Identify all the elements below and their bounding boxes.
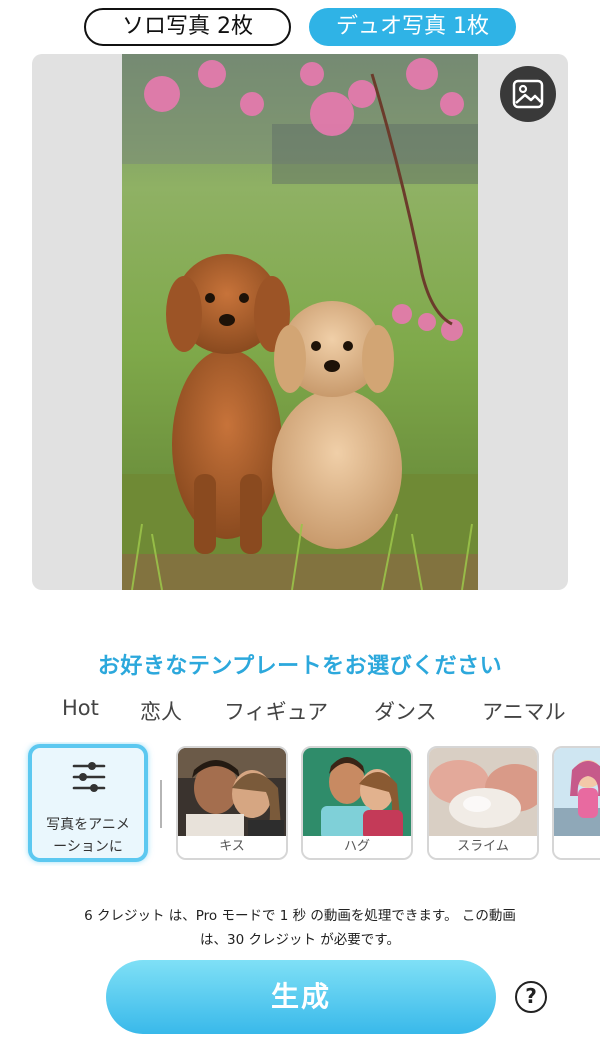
template-label: ハグ [303,836,411,858]
mode-toggle: ソロ写真 2枚 デュオ写真 1枚 [84,8,516,46]
image-gallery-button[interactable] [500,66,556,122]
duo-photo-button[interactable]: デュオ写真 1枚 [309,8,516,46]
kiss-thumbnail [178,748,286,840]
slime-thumbnail [429,748,537,840]
uploaded-photo [122,54,478,590]
animate-photo-card[interactable]: 写真をアニメ ーションに [28,744,148,862]
sliders-icon [72,762,106,792]
credit-notice: 6 クレジット は、Pro モードで 1 秒 の動画を処理できます。 この動画 … [84,908,516,948]
template-card-kiss[interactable]: キス [176,746,288,860]
help-button[interactable]: ? [515,981,547,1013]
image-gallery-icon [512,79,544,109]
template-card-figure[interactable]: ク [552,746,600,860]
animate-photo-label: 写真をアニメ ーションに [46,817,130,855]
template-label: ク [554,836,600,858]
category-tabs: Hot 恋人 フィギュア ダンス アニマル [0,696,600,726]
solo-photo-button[interactable]: ソロ写真 2枚 [84,8,291,46]
template-heading: お好きなテンプレートをお選びください [97,654,503,679]
tab-figure[interactable]: フィギュア [224,696,328,726]
tab-dance[interactable]: ダンス [374,696,437,726]
hug-thumbnail [303,748,411,840]
template-card-hug[interactable]: ハグ [301,746,413,860]
template-label: キス [178,836,286,858]
template-list: 写真をアニメ ーションに キス ハグ スライム [0,742,600,866]
photo-preview[interactable] [32,54,568,590]
help-icon: ? [525,984,537,1008]
tab-lovers[interactable]: 恋人 [140,696,182,726]
template-divider [160,780,162,828]
tab-hot[interactable]: Hot [62,696,99,720]
tab-animal[interactable]: アニマル [482,696,566,726]
template-label: スライム [429,836,537,858]
template-card-slime[interactable]: スライム [427,746,539,860]
figure-thumbnail [554,748,600,840]
generate-button[interactable]: 生成 [106,960,496,1034]
